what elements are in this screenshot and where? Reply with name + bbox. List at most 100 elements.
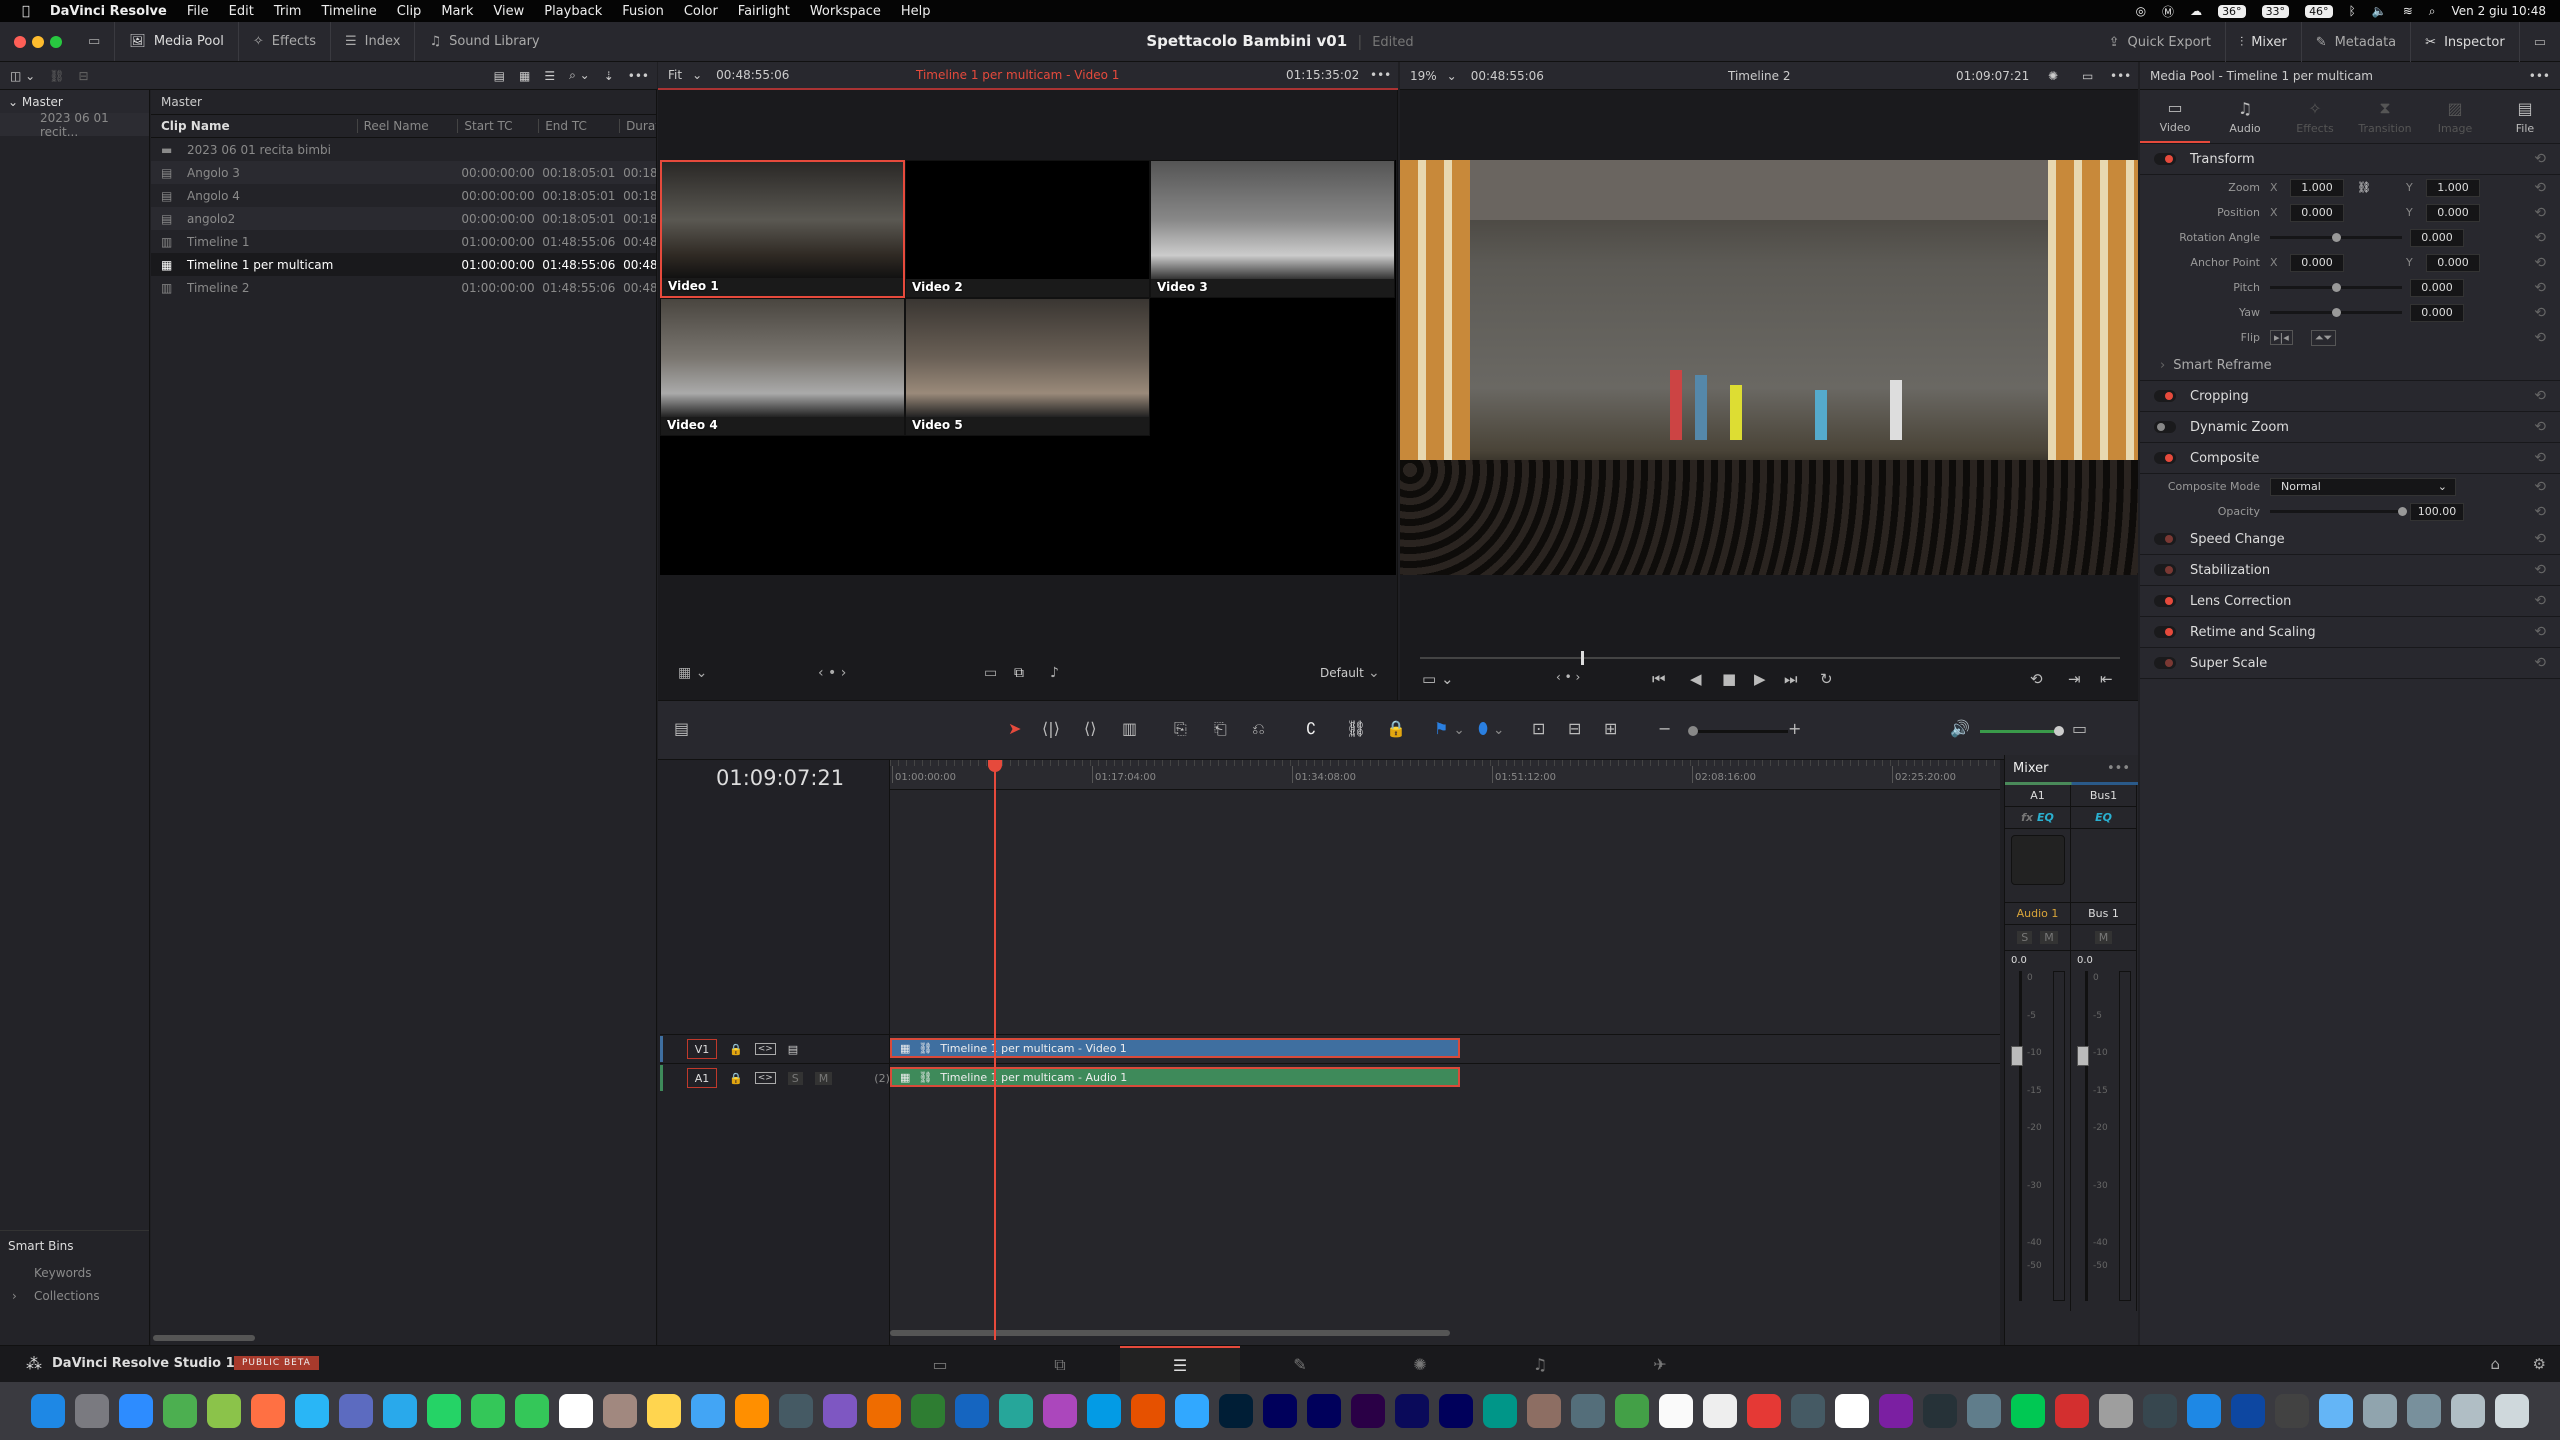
vlc-icon[interactable] — [735, 1394, 769, 1428]
eq-button[interactable]: EQ — [2095, 811, 2112, 824]
position-lock-icon[interactable]: 🔒 — [1386, 719, 1406, 738]
media-pool-row[interactable]: ▤ Angolo 4 00:00:00:00 00:18:05:01 00:18 — [151, 184, 656, 207]
inspector-tab-video[interactable]: ▭ Video — [2140, 90, 2210, 143]
zoom-slider[interactable] — [1688, 726, 1788, 736]
after-effects-icon[interactable] — [1439, 1394, 1473, 1428]
media-pool-row[interactable]: ▬ 2023 06 01 recita bimbi — [151, 138, 656, 161]
display-mode-icon[interactable]: ▭ — [984, 665, 997, 681]
calendar-icon[interactable] — [559, 1394, 593, 1428]
app-icon[interactable] — [1131, 1394, 1165, 1428]
inspector-section[interactable]: Retime and Scaling ⟲ — [2140, 617, 2560, 648]
match-frame-icon[interactable]: ⟲ — [2030, 670, 2043, 688]
lock-icon[interactable]: 🔒 — [729, 1043, 743, 1056]
property-slider[interactable] — [2270, 233, 2402, 242]
app-icon[interactable] — [1835, 1394, 1869, 1428]
enable-toggle[interactable] — [2154, 421, 2176, 433]
enable-toggle[interactable] — [2154, 564, 2176, 576]
col-duration[interactable]: Durat — [619, 119, 656, 133]
timeline-ruler[interactable]: 01:00:00:00 01:17:04:00 01:34:08:00 01:51:1… — [890, 760, 2000, 790]
track-id[interactable]: V1 — [687, 1039, 717, 1059]
inspector-tab-image[interactable]: ▨ Image — [2420, 90, 2490, 143]
menu-view[interactable]: View — [493, 4, 524, 19]
edit-page-icon[interactable]: ☰ — [1120, 1346, 1240, 1383]
more-icon[interactable]: ••• — [2107, 761, 2130, 776]
smart-bin-keywords[interactable]: Keywords — [0, 1261, 149, 1284]
value-field[interactable]: 1.000 — [2426, 178, 2480, 197]
app-icon[interactable] — [1527, 1394, 1561, 1428]
col-end-tc[interactable]: End TC — [538, 119, 619, 133]
index-button[interactable]: ☰ Index — [331, 22, 416, 61]
stop-icon[interactable]: ■ — [1722, 670, 1736, 688]
timeline-clip[interactable]: ▦ ⛓ Timeline 1 per multicam - Audio 1 — [890, 1067, 1460, 1087]
fader-handle[interactable] — [2011, 1046, 2023, 1066]
smart-reframe-section[interactable]: › Smart Reframe — [2140, 350, 2560, 381]
timeline-scrollbar[interactable] — [890, 1330, 1450, 1336]
photoshop-icon[interactable] — [1219, 1394, 1253, 1428]
app-icon[interactable] — [1703, 1394, 1737, 1428]
bluetooth-icon[interactable]: ᛒ — [2349, 4, 2356, 18]
go-to-start-icon[interactable]: ⏮ — [1652, 670, 1666, 688]
col-reel-name[interactable]: Reel Name — [356, 119, 458, 133]
menu-fairlight[interactable]: Fairlight — [738, 4, 790, 19]
next-edit-icon[interactable]: ⇥ — [2068, 670, 2081, 688]
fusion-page-icon[interactable]: ✎ — [1240, 1346, 1360, 1383]
app-icon[interactable] — [603, 1394, 637, 1428]
more-icon[interactable]: ••• — [2529, 69, 2550, 83]
insert-clip-icon[interactable]: ⎘ — [1174, 719, 1187, 739]
cut-page-icon[interactable]: ⧉ — [1000, 1346, 1120, 1383]
zoom-full-icon[interactable]: ⊡ — [1532, 719, 1545, 738]
reset-icon[interactable]: ⟲ — [2534, 305, 2546, 321]
temp-badge[interactable]: 46° — [2305, 4, 2333, 18]
menu-color[interactable]: Color — [684, 4, 718, 19]
solo-button[interactable]: S — [787, 1071, 803, 1085]
loop-icon[interactable]: ↻ — [1820, 670, 1833, 688]
composite-mode-dropdown[interactable]: Normal ⌄ — [2270, 477, 2456, 496]
clip-view-icon[interactable]: ▭ ⌄ — [1422, 670, 1454, 688]
animate-icon[interactable] — [1307, 1394, 1341, 1428]
chevron-down-icon[interactable]: ⌄ — [692, 68, 702, 82]
panel-toggle-icon[interactable]: ▭ — [88, 34, 100, 49]
auto-select-icon[interactable]: <> — [754, 1072, 776, 1084]
app-icon[interactable] — [955, 1394, 989, 1428]
transform-section[interactable]: Transform ⟲ — [2140, 144, 2560, 175]
temp-badge[interactable]: 36° — [2218, 4, 2246, 18]
inspector-section[interactable]: Super Scale ⟲ — [2140, 648, 2560, 679]
inspector-section[interactable]: Lens Correction ⟲ — [2140, 586, 2560, 617]
property-slider[interactable] — [2270, 507, 2407, 516]
multicam-angle[interactable]: Video 4 — [660, 298, 905, 436]
media-pool-row[interactable]: ▦ Timeline 1 per multicam 01:00:00:00 01:48… — [151, 253, 656, 276]
thumbnail-view-icon[interactable]: ▦ — [519, 69, 530, 83]
flip-vertical-icon[interactable]: ⏶⏷ — [2310, 329, 2337, 346]
reset-icon[interactable]: ⟲ — [2534, 593, 2546, 609]
whatsapp-icon[interactable] — [427, 1394, 461, 1428]
link-icon[interactable]: ⛓ — [2344, 181, 2384, 194]
app-icon[interactable] — [2143, 1394, 2177, 1428]
metadata-button[interactable]: ✎ Metadata — [2302, 22, 2412, 62]
multicam-angle[interactable]: Video 2 — [905, 160, 1150, 298]
layout-preset-dropdown[interactable]: Default — [1320, 666, 1364, 680]
inspector-tab-audio[interactable]: ♫ Audio — [2210, 90, 2280, 143]
trash-icon[interactable] — [2495, 1394, 2529, 1428]
flag-icon[interactable]: ⚑ ⌄ — [1434, 719, 1465, 738]
enable-toggle[interactable] — [2154, 153, 2176, 165]
solo-button[interactable]: S — [2017, 931, 2033, 944]
fit-dropdown[interactable]: Fit — [658, 68, 692, 82]
media-encoder-icon[interactable] — [1395, 1394, 1429, 1428]
zoom-custom-icon[interactable]: ⊞ — [1604, 719, 1617, 738]
list-view-icon[interactable]: ☰ — [544, 69, 555, 83]
sound-library-button[interactable]: ♫ Sound Library — [415, 22, 553, 61]
enable-toggle[interactable] — [2154, 390, 2176, 402]
chevron-down-icon[interactable]: ⌄ — [1368, 665, 1380, 681]
app-icon[interactable] — [339, 1394, 373, 1428]
col-start-tc[interactable]: Start TC — [457, 119, 538, 133]
pan-control[interactable] — [2005, 829, 2070, 903]
reset-icon[interactable]: ⟲ — [2534, 180, 2546, 196]
inspector-tab-effects[interactable]: ✧ Effects — [2280, 90, 2350, 143]
more-icon[interactable]: ••• — [628, 69, 649, 83]
composite-section[interactable]: Composite ⟲ — [2140, 443, 2560, 474]
menu-app[interactable]: DaVinci Resolve — [50, 4, 167, 19]
app-icon[interactable] — [1879, 1394, 1913, 1428]
fx-button[interactable]: fx — [2021, 811, 2033, 824]
timeline-clip[interactable]: ▦ ⛓ Timeline 1 per multicam - Video 1 — [890, 1038, 1460, 1058]
menu-edit[interactable]: Edit — [229, 4, 254, 19]
